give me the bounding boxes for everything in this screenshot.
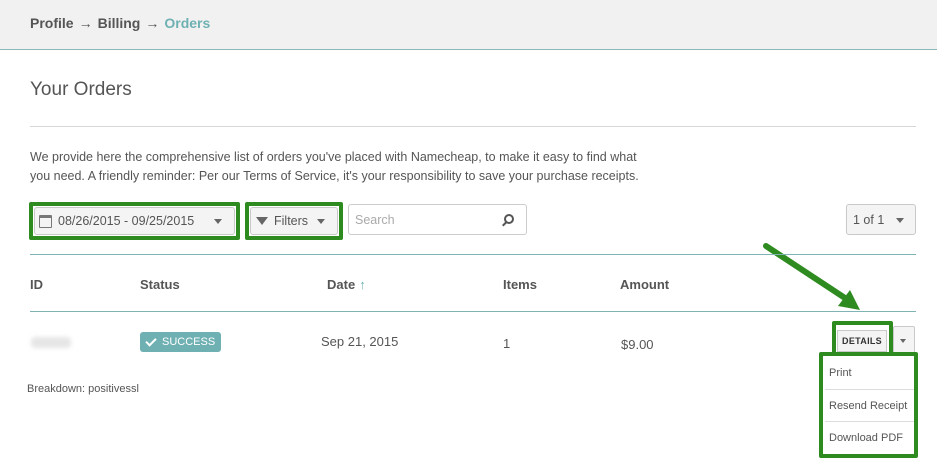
date-range-value: 08/26/2015 - 09/25/2015 [58, 214, 195, 228]
order-items: 1 [503, 336, 511, 351]
intro-line: you need. A friendly reminder: Per our T… [30, 169, 639, 183]
intro-text: We provide here the comprehensive list o… [30, 148, 710, 186]
order-breakdown: Breakdown: positivessl [27, 383, 139, 395]
search-box [348, 204, 527, 235]
breadcrumb-item-orders: Orders [164, 15, 211, 31]
order-date: Sep 21, 2015 [321, 334, 399, 349]
divider [30, 126, 916, 127]
details-button[interactable]: DETAILS [837, 330, 887, 352]
table-header-divider [30, 311, 916, 312]
page-title: Your Orders [30, 79, 132, 100]
breadcrumb-separator: → [145, 15, 160, 31]
intro-line: We provide here the comprehensive list o… [30, 150, 637, 164]
filters-label: Filters [274, 214, 309, 228]
caret-down-icon [214, 219, 222, 224]
sort-asc-icon: ↑ [359, 277, 366, 292]
date-range-picker[interactable]: 08/26/2015 - 09/25/2015 [34, 207, 235, 235]
breadcrumb-item-profile[interactable]: Profile [30, 15, 74, 31]
column-header-status[interactable]: Status [140, 277, 180, 292]
status-badge: SUCCESS [140, 332, 221, 352]
status-badge-label: SUCCESS [162, 336, 216, 348]
pagination-select[interactable]: 1 of 1 [846, 204, 916, 235]
column-header-date-label: Date [327, 277, 356, 292]
column-header-id[interactable]: ID [30, 277, 43, 292]
breadcrumb-separator: → [78, 15, 93, 31]
column-header-amount[interactable]: Amount [620, 277, 669, 292]
column-header-items[interactable]: Items [503, 277, 537, 292]
caret-down-icon [896, 218, 904, 223]
menu-divider [825, 389, 914, 390]
check-icon [145, 334, 157, 347]
search-icon[interactable] [504, 214, 514, 224]
menu-item-print[interactable]: Print [829, 367, 852, 379]
breadcrumb: Profile → Billing → Orders [30, 15, 210, 31]
menu-item-resend-receipt[interactable]: Resend Receipt [829, 400, 907, 412]
breadcrumb-bar: Profile → Billing → Orders [0, 0, 937, 50]
table-top-divider [30, 254, 916, 255]
filter-icon [256, 217, 268, 225]
caret-down-icon [317, 219, 325, 224]
annotation-arrow-icon [763, 243, 860, 310]
search-input[interactable] [355, 211, 495, 229]
filters-button[interactable]: Filters [250, 207, 338, 235]
pagination-label: 1 of 1 [853, 213, 885, 227]
order-id-redacted [31, 337, 71, 348]
details-menu: Print Resend Receipt Download PDF [825, 358, 914, 454]
menu-item-download-pdf[interactable]: Download PDF [829, 432, 903, 444]
breadcrumb-item-billing[interactable]: Billing [98, 15, 141, 31]
calendar-icon [39, 214, 52, 228]
order-amount: $9.00 [621, 337, 654, 352]
menu-divider [825, 421, 914, 422]
column-header-date[interactable]: Date ↑ [327, 277, 366, 292]
caret-down-icon [900, 339, 906, 343]
details-dropdown-toggle[interactable] [893, 326, 915, 354]
